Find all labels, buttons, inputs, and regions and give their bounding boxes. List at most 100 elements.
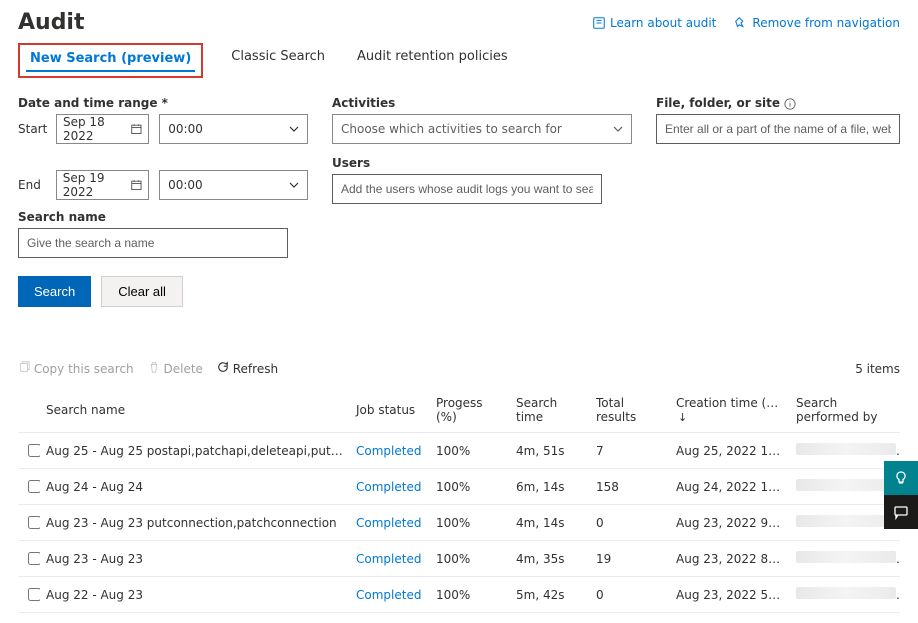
- refresh-icon: [217, 361, 229, 373]
- cell-creation-time: Aug 23, 2022 8:51 …: [670, 541, 790, 577]
- cell-search-name: Aug 24 - Aug 24: [40, 469, 350, 505]
- start-date-value: Sep 18 2022: [63, 115, 131, 143]
- tab-audit-retention[interactable]: Audit retention policies: [353, 43, 512, 78]
- start-time-value: 00:00: [168, 122, 203, 136]
- cell-search-name: Aug 22 - Aug 23: [40, 577, 350, 613]
- sort-desc-icon: ↓: [678, 411, 687, 424]
- cell-total-results: 158: [590, 469, 670, 505]
- cell-job-status: Completed: [350, 433, 430, 469]
- tab-bar: New Search (preview) Classic Search Audi…: [18, 43, 900, 78]
- table-row[interactable]: Aug 24 - Aug 24Completed100%6m, 14s158Au…: [18, 469, 900, 505]
- info-icon: [784, 98, 796, 110]
- tab-new-search[interactable]: New Search (preview): [18, 43, 203, 78]
- unpin-icon: [734, 16, 748, 30]
- row-checkbox[interactable]: [28, 588, 40, 601]
- lightbulb-icon: [893, 470, 909, 486]
- start-date-picker[interactable]: Sep 18 2022: [56, 114, 149, 144]
- cell-performed-by: [790, 577, 900, 613]
- clear-all-button[interactable]: Clear all: [101, 276, 183, 307]
- chevron-down-icon: [289, 180, 299, 190]
- end-time-value: 00:00: [168, 178, 203, 192]
- col-progress[interactable]: Progess (%): [430, 388, 510, 433]
- activities-label: Activities: [332, 96, 632, 110]
- cell-search-name: Aug 23 - Aug 23: [40, 541, 350, 577]
- remove-link-label: Remove from navigation: [752, 16, 900, 30]
- feedback-button[interactable]: [884, 461, 918, 495]
- row-checkbox[interactable]: [28, 444, 40, 457]
- file-folder-site-input[interactable]: [656, 114, 900, 144]
- delete-button: Delete: [148, 361, 203, 376]
- cell-total-results: 0: [590, 505, 670, 541]
- results-table: Search name Job status Progess (%) Searc…: [18, 388, 900, 613]
- cell-search-name: Aug 25 - Aug 25 postapi,patchapi,deletea…: [40, 433, 350, 469]
- activities-dropdown[interactable]: Choose which activities to search for: [332, 114, 632, 144]
- book-icon: [592, 16, 606, 30]
- row-checkbox[interactable]: [28, 480, 40, 493]
- col-job-status[interactable]: Job status: [350, 388, 430, 433]
- date-range-label: Date and time range: [18, 96, 308, 110]
- cell-total-results: 7: [590, 433, 670, 469]
- cell-progress: 100%: [430, 541, 510, 577]
- learn-about-audit-link[interactable]: Learn about audit: [592, 16, 716, 30]
- chat-icon: [893, 504, 909, 520]
- search-name-input[interactable]: [18, 228, 288, 258]
- cell-job-status: Completed: [350, 469, 430, 505]
- activities-placeholder: Choose which activities to search for: [341, 122, 562, 136]
- cell-search-time: 4m, 14s: [510, 505, 590, 541]
- col-total-results[interactable]: Total results: [590, 388, 670, 433]
- file-folder-site-label: File, folder, or site: [656, 96, 900, 110]
- learn-link-label: Learn about audit: [610, 16, 716, 30]
- page-title: Audit: [18, 10, 574, 35]
- cell-total-results: 19: [590, 541, 670, 577]
- search-button[interactable]: Search: [18, 276, 91, 307]
- delete-icon: [148, 361, 160, 373]
- cell-total-results: 0: [590, 577, 670, 613]
- copy-search-button: Copy this search: [18, 361, 134, 376]
- start-label: Start: [18, 122, 46, 136]
- cell-performed-by: [790, 541, 900, 577]
- chat-button[interactable]: [884, 495, 918, 529]
- users-label: Users: [332, 156, 632, 170]
- cell-search-time: 4m, 51s: [510, 433, 590, 469]
- cell-progress: 100%: [430, 577, 510, 613]
- cell-creation-time: Aug 23, 2022 5:58 …: [670, 577, 790, 613]
- refresh-button[interactable]: Refresh: [217, 361, 278, 376]
- cell-search-time: 5m, 42s: [510, 577, 590, 613]
- calendar-icon: [131, 123, 142, 135]
- cell-job-status: Completed: [350, 577, 430, 613]
- chevron-down-icon: [613, 124, 623, 134]
- item-count: 5 items: [855, 362, 900, 376]
- cell-search-time: 6m, 14s: [510, 469, 590, 505]
- cell-creation-time: Aug 23, 2022 9:44 …: [670, 505, 790, 541]
- end-time-picker[interactable]: 00:00: [159, 170, 308, 200]
- row-checkbox[interactable]: [28, 516, 40, 529]
- col-performed-by[interactable]: Search performed by: [790, 388, 900, 433]
- end-date-value: Sep 19 2022: [63, 171, 132, 199]
- table-row[interactable]: Aug 23 - Aug 23 putconnection,patchconne…: [18, 505, 900, 541]
- cell-creation-time: Aug 25, 2022 12:23…: [670, 433, 790, 469]
- remove-from-nav-link[interactable]: Remove from navigation: [734, 16, 900, 30]
- cell-search-name: Aug 23 - Aug 23 putconnection,patchconne…: [40, 505, 350, 541]
- chevron-down-icon: [289, 124, 299, 134]
- col-creation-time[interactable]: Creation time (…↓: [670, 388, 790, 433]
- col-search-time[interactable]: Search time: [510, 388, 590, 433]
- copy-icon: [18, 361, 30, 373]
- calendar-icon: [131, 179, 142, 191]
- cell-job-status: Completed: [350, 505, 430, 541]
- cell-progress: 100%: [430, 469, 510, 505]
- start-time-picker[interactable]: 00:00: [159, 114, 308, 144]
- col-search-name[interactable]: Search name: [40, 388, 350, 433]
- end-date-picker[interactable]: Sep 19 2022: [56, 170, 149, 200]
- tab-classic-search[interactable]: Classic Search: [227, 43, 329, 78]
- search-name-label: Search name: [18, 210, 308, 224]
- cell-progress: 100%: [430, 433, 510, 469]
- cell-progress: 100%: [430, 505, 510, 541]
- cell-job-status: Completed: [350, 541, 430, 577]
- end-label: End: [18, 178, 46, 192]
- cell-creation-time: Aug 24, 2022 11:01…: [670, 469, 790, 505]
- table-row[interactable]: Aug 23 - Aug 23Completed100%4m, 35s19Aug…: [18, 541, 900, 577]
- table-row[interactable]: Aug 25 - Aug 25 postapi,patchapi,deletea…: [18, 433, 900, 469]
- table-row[interactable]: Aug 22 - Aug 23Completed100%5m, 42s0Aug …: [18, 577, 900, 613]
- users-input[interactable]: [332, 174, 602, 204]
- row-checkbox[interactable]: [28, 552, 40, 565]
